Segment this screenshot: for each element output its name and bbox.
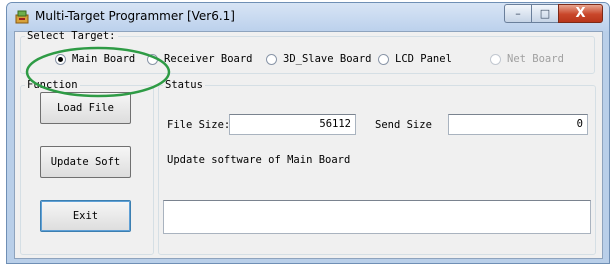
radio-indicator [266, 53, 277, 65]
maximize-button[interactable]: □ [531, 4, 558, 23]
radio-selected-indicator [55, 53, 66, 65]
status-legend: Status [165, 79, 203, 91]
send-size-label: Send Size [375, 119, 432, 131]
close-button[interactable]: X [558, 4, 603, 23]
function-legend: Function [27, 79, 78, 91]
radio-receiver-board[interactable]: Receiver Board [147, 53, 253, 65]
select-target-group: Select Target: [20, 30, 595, 74]
programmer-app-icon [15, 10, 29, 24]
title-bar[interactable]: Multi-Target Programmer [Ver6.1] – □ X [7, 3, 609, 31]
radio-indicator [490, 53, 501, 65]
send-size-field: 0 [448, 114, 588, 135]
log-box [163, 200, 591, 234]
radio-lcd-panel[interactable]: LCD Panel [378, 53, 452, 65]
radio-net-board: Net Board [490, 53, 564, 65]
select-target-legend: Select Target: [27, 30, 116, 42]
radio-main-board[interactable]: Main Board [55, 53, 135, 65]
update-soft-button[interactable]: Update Soft [40, 146, 131, 178]
file-size-field: 56112 [229, 114, 356, 135]
radio-indicator [147, 53, 158, 65]
radio-label: Main Board [72, 53, 136, 65]
radio-indicator [378, 53, 389, 65]
file-size-label: File Size: [167, 119, 231, 131]
app-window: Multi-Target Programmer [Ver6.1] – □ X S… [6, 2, 610, 264]
radio-3d-slave-board[interactable]: 3D_Slave Board [266, 53, 372, 65]
radio-label: Net Board [507, 53, 564, 65]
window-title: Multi-Target Programmer [Ver6.1] [35, 9, 235, 23]
radio-label: Receiver Board [164, 53, 253, 65]
exit-button[interactable]: Exit [40, 200, 131, 232]
load-file-button[interactable]: Load File [40, 92, 131, 124]
caption-buttons: – □ X [504, 4, 603, 24]
minimize-button[interactable]: – [504, 4, 531, 23]
radio-label: 3D_Slave Board [283, 53, 372, 65]
status-message: Update software of Main Board [167, 154, 351, 166]
radio-label: LCD Panel [395, 53, 452, 65]
client-area: Select Target: Main Board Receiver Board… [14, 30, 603, 259]
